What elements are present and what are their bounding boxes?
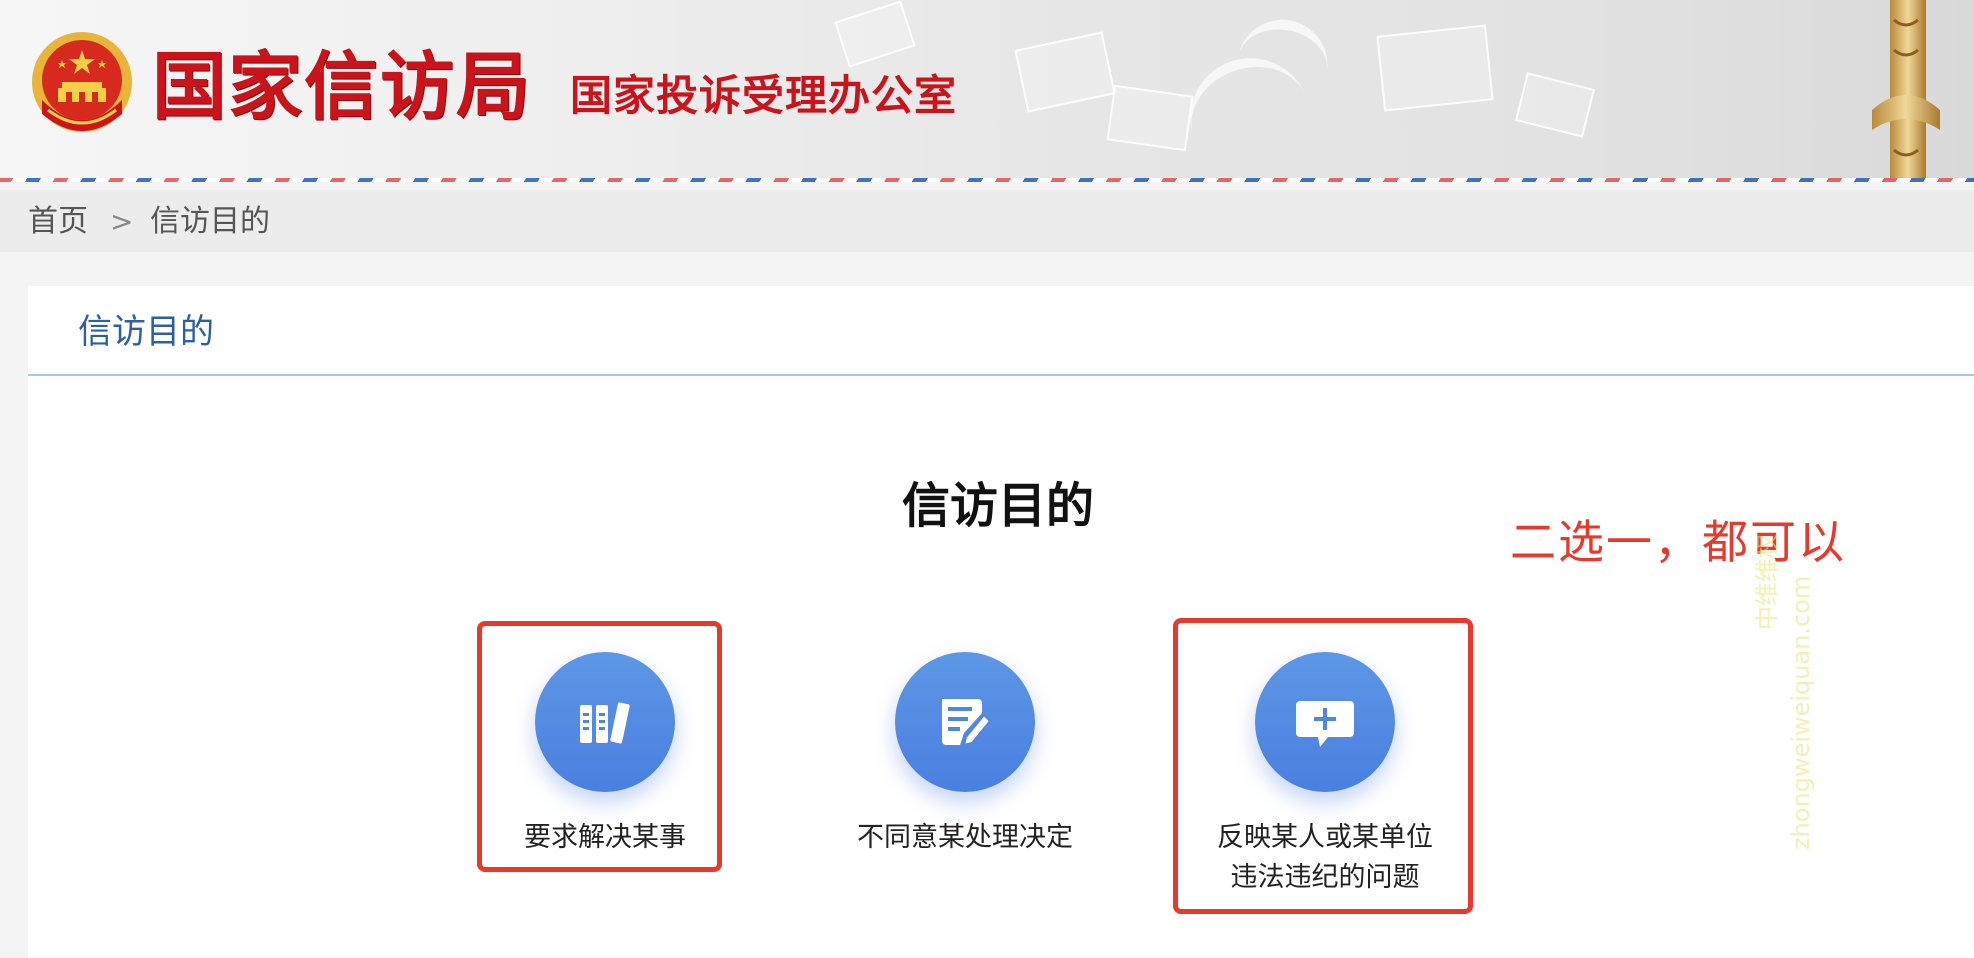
annotation-highlight-box	[477, 621, 722, 872]
national-emblem-icon[interactable]	[28, 30, 136, 142]
site-title[interactable]: 国家信访局	[152, 44, 532, 130]
card-header: 信访目的	[28, 286, 1974, 376]
edit-document-icon	[942, 699, 992, 747]
option-label: 不同意某处理决定	[857, 822, 1073, 853]
envelope-decoration	[1514, 72, 1596, 138]
breadcrumb-separator: >	[110, 205, 134, 238]
site-header: 国家信访局 国家投诉受理办公室	[0, 0, 1974, 182]
envelope-decoration	[1014, 31, 1116, 113]
site-subtitle: 国家投诉受理办公室	[570, 71, 958, 120]
envelope-decoration	[1376, 24, 1494, 112]
annotation-highlight-box	[1173, 618, 1473, 914]
breadcrumb-home-link[interactable]: 首页	[28, 202, 88, 242]
envelope-decoration	[834, 0, 916, 68]
airmail-stripe	[0, 178, 1974, 182]
envelope-decoration	[1106, 84, 1194, 152]
watermark: 中维维权 zhongweiweiquan.com	[1752, 490, 1872, 850]
watermark-text: 中维维权	[1753, 534, 1781, 630]
breadcrumb: 首页 > 信访目的	[0, 190, 1974, 252]
section-title-text: 信访目的	[902, 478, 1095, 534]
breadcrumb-current: 信访目的	[150, 204, 270, 239]
option-icon-circle	[895, 652, 1035, 792]
huabiao-pillar-icon	[1872, 0, 1940, 178]
watermark-text: zhongweiweiquan.com	[1787, 575, 1815, 850]
card-title: 信访目的	[78, 312, 214, 352]
